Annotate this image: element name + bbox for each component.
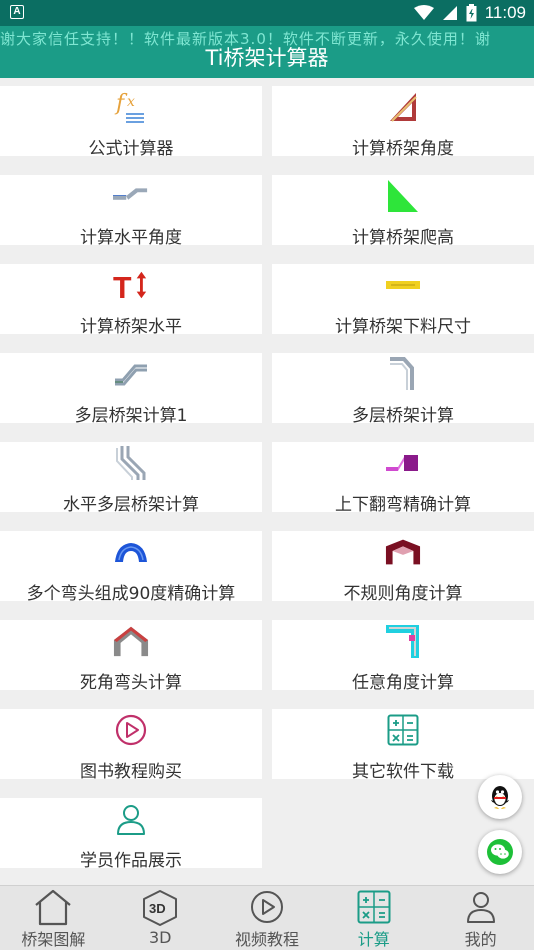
grid-item-label: 图书教程购买 [80,762,182,782]
t-arrows-icon: T [113,267,149,303]
grid-item-label: 计算桥架爬高 [352,228,454,248]
grid-item-up-down-bend[interactable]: 上下翻弯精确计算 [272,442,534,515]
grid-item-label: 任意角度计算 [352,673,454,693]
grid-item-label: 计算桥架水平 [80,317,182,337]
calculator-icon [357,888,391,926]
calculator-icon [385,712,421,748]
nav-item-mine[interactable]: 我的 [427,886,534,950]
profile-icon [465,888,497,926]
grid-item-other-software[interactable]: 其它软件下载 [272,709,534,782]
grid-item-label: 计算桥架角度 [352,139,454,159]
grid-item-label: 水平多层桥架计算 [63,495,199,515]
roof-bend-icon [113,623,149,659]
yellow-bar-icon [385,267,421,303]
blue-arc-icon [113,534,149,570]
grid-item-horizontal-multilayer[interactable]: 水平多层桥架计算 [0,442,262,515]
grid-item-tray-climb[interactable]: 计算桥架爬高 [272,175,534,248]
page-title: Ti桥架计算器 [205,46,329,70]
clock: 11:09 [484,3,526,22]
system-indicators: 11:09 [413,0,526,26]
qq-icon [491,786,509,809]
wifi-icon [413,5,434,20]
battery-icon [466,4,477,22]
bottom-navigation: 桥架图解 3D 3D 视频教程 计算 我的 [0,885,534,950]
signal-icon [442,6,457,20]
grid-item-multilayer-1[interactable]: 多层桥架计算1 [0,353,262,426]
grid-item-label: 不规则角度计算 [343,584,463,604]
grid-item-multi-elbow-90[interactable]: 多个弯头组成90度精确计算 [0,531,262,604]
status-bar: A 11:09 [0,0,534,26]
grid-item-formula-calculator[interactable]: fx 公式计算器 [0,86,262,159]
svg-text:T: T [113,272,132,301]
play-circle-icon [113,712,149,748]
nav-item-tray-diagram[interactable]: 桥架图解 [0,886,107,950]
nav-item-3d[interactable]: 3D 3D [107,886,214,950]
nav-item-video-tutorial[interactable]: 视频教程 [214,886,321,950]
grid-item-tray-horizontal[interactable]: T 计算桥架水平 [0,264,262,337]
person-icon [113,801,149,837]
bend-tray-icon [385,356,421,392]
3d-cube-icon: 3D [141,888,179,928]
stairs-tray-icon [113,356,149,392]
purple-step-icon [385,445,421,481]
formula-fx-icon: fx [113,89,149,125]
grid-item-dead-angle-elbow[interactable]: 死角弯头计算 [0,620,262,693]
grid-item-cutting-size[interactable]: 计算桥架下料尺寸 [272,264,534,337]
triangle-ruler-icon [385,89,421,125]
video-play-icon [250,888,284,926]
grid-item-tray-angle[interactable]: 计算桥架角度 [272,86,534,159]
grid-item-label: 上下翻弯精确计算 [335,495,471,515]
grid-item-irregular-angle[interactable]: 不规则角度计算 [272,531,534,604]
nav-label: 桥架图解 [21,930,86,949]
home-icon [33,888,73,926]
nav-label: 我的 [464,930,497,949]
svg-text:3D: 3D [149,901,166,916]
maroon-tunnel-icon [385,534,421,570]
grid-item-label: 公式计算器 [88,139,174,159]
grid-item-label: 多层桥架计算1 [74,406,188,426]
app-header: 谢大家信任支持！！软件最新版本3.0！软件不断更新，永久使用！谢 Ti桥架计算器 [0,26,534,78]
svg-text:f: f [114,91,128,116]
wechat-icon [487,839,513,865]
green-triangle-icon [385,178,421,214]
svg-text:x: x [127,94,135,110]
grid-item-label: 多个弯头组成90度精确计算 [26,584,236,604]
multi-bend-icon [113,445,149,481]
nav-label: 计算 [357,930,390,949]
grid-item-label: 计算水平角度 [80,228,182,248]
grid-item-label: 学员作品展示 [80,851,182,871]
app-notification-icon: A [10,5,24,19]
horizontal-angle-icon [113,178,149,214]
grid-item-horizontal-angle[interactable]: 计算水平角度 [0,175,262,248]
nav-label: 3D [148,928,172,947]
grid-item-label: 计算桥架下料尺寸 [335,317,471,337]
grid-item-buy-book-tutorial[interactable]: 图书教程购买 [0,709,262,782]
cyan-corner-icon [385,623,421,659]
grid-item-multilayer[interactable]: 多层桥架计算 [272,353,534,426]
grid-item-student-works[interactable]: 学员作品展示 [0,798,262,871]
qq-float-button[interactable] [478,775,522,819]
wechat-float-button[interactable] [478,830,522,874]
grid-item-label: 死角弯头计算 [80,673,182,693]
nav-label: 视频教程 [234,930,299,949]
grid-item-label: 多层桥架计算 [352,406,454,426]
nav-item-calculate[interactable]: 计算 [320,886,427,950]
grid-item-any-angle[interactable]: 任意角度计算 [272,620,534,693]
